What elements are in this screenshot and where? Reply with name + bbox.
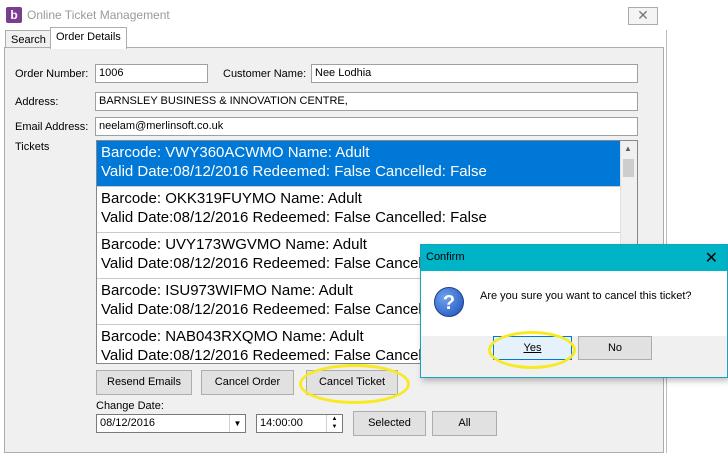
- dialog-message: Are you sure you want to cancel this tic…: [480, 290, 692, 302]
- cancel-order-button[interactable]: Cancel Order: [201, 370, 294, 395]
- change-date-label: Change Date:: [96, 400, 164, 412]
- ticket-barcode-line: Barcode: VWY360ACWMO Name: Adult: [101, 144, 370, 161]
- dialog-title-bar: Confirm ✕: [421, 245, 727, 271]
- selected-button[interactable]: Selected: [353, 411, 426, 436]
- main-window: b Online Ticket Management ✕ Search Orde…: [0, 0, 667, 453]
- customer-name-field[interactable]: Nee Lodhia: [311, 64, 638, 83]
- app-logo-icon: b: [6, 7, 22, 23]
- spin-down-icon[interactable]: ▼: [327, 423, 342, 431]
- chevron-down-icon[interactable]: ▼: [229, 415, 245, 432]
- change-date-picker[interactable]: 08/12/2016 ▼: [96, 414, 246, 433]
- resend-emails-button[interactable]: Resend Emails: [96, 370, 192, 395]
- window-title: Online Ticket Management: [27, 8, 170, 22]
- ticket-barcode-line: Barcode: OKK319FUYMO Name: Adult: [101, 190, 362, 207]
- list-item[interactable]: Barcode: VWY360ACWMO Name: Adult Valid D…: [97, 141, 622, 187]
- confirm-dialog: Confirm ✕ ? Are you sure you want to can…: [420, 244, 728, 378]
- dialog-close-icon[interactable]: ✕: [705, 248, 718, 268]
- time-spinner[interactable]: ▲ ▼: [326, 415, 342, 432]
- tickets-label: Tickets: [15, 141, 50, 153]
- no-button[interactable]: No: [578, 336, 652, 360]
- spin-up-icon[interactable]: ▲: [327, 415, 342, 423]
- customer-name-label: Customer Name:: [223, 68, 307, 80]
- change-time-stepper[interactable]: 14:00:00 ▲ ▼: [256, 414, 343, 433]
- list-item[interactable]: Barcode: OKK319FUYMO Name: Adult Valid D…: [97, 187, 622, 233]
- yes-highlight: [488, 331, 576, 369]
- dialog-title: Confirm: [426, 251, 465, 263]
- address-label: Address:: [15, 96, 59, 108]
- address-field[interactable]: BARNSLEY BUSINESS & INNOVATION CENTRE,: [95, 92, 638, 111]
- scroll-up-icon[interactable]: ▲: [624, 144, 632, 153]
- change-date-value: 08/12/2016: [100, 417, 156, 429]
- scroll-thumb[interactable]: [623, 159, 634, 177]
- title-bar: b Online Ticket Management ✕: [0, 0, 667, 30]
- email-field[interactable]: neelam@merlinsoft.co.uk: [95, 117, 638, 136]
- order-number-label: Order Number:: [15, 68, 89, 80]
- email-label: Email Address:: [15, 121, 89, 133]
- window-close-button[interactable]: ✕: [628, 7, 658, 25]
- ticket-status-line: Valid Date:08/12/2016 Redeemed: False Ca…: [101, 209, 487, 226]
- order-number-field[interactable]: 1006: [95, 64, 208, 83]
- dialog-footer: Yes No: [421, 336, 727, 377]
- question-icon: ?: [434, 287, 464, 317]
- change-time-value: 14:00:00: [260, 417, 303, 429]
- all-button[interactable]: All: [432, 411, 497, 436]
- dialog-body: ? Are you sure you want to cancel this t…: [421, 271, 727, 336]
- ticket-status-line: Valid Date:08/12/2016 Redeemed: False Ca…: [101, 163, 487, 180]
- cancel-ticket-highlight: [299, 364, 410, 404]
- tab-order-details[interactable]: Order Details: [50, 27, 127, 49]
